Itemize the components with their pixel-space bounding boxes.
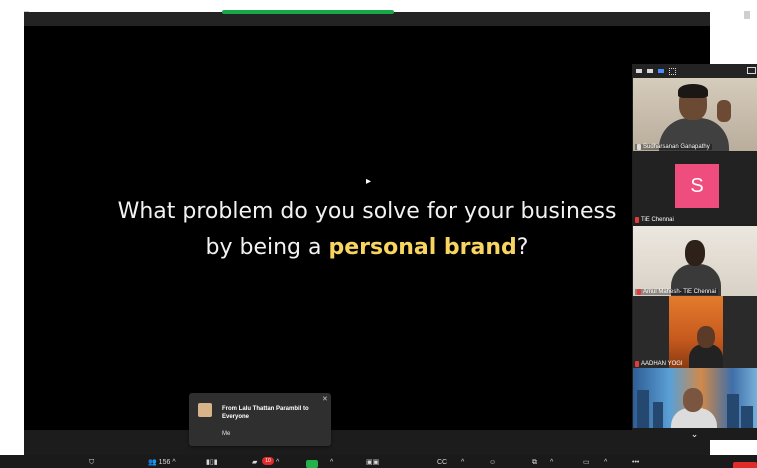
share-top-bar — [24, 12, 710, 26]
participant-head — [685, 240, 705, 266]
grid-view-icon[interactable] — [669, 67, 676, 75]
security-icon[interactable]: ⛉ — [89, 458, 94, 468]
slide-line-1: What problem do you solve for your busin… — [117, 199, 617, 224]
participant-name: TiE Chennai — [641, 217, 674, 223]
mic-icon — [637, 144, 641, 150]
mic-muted-icon — [635, 361, 639, 367]
participant-head — [683, 388, 703, 412]
participant-hand — [717, 100, 731, 122]
mic-muted-icon — [635, 217, 639, 223]
strip-view-icon[interactable] — [658, 69, 664, 73]
participant-name-label: Amul Mahesh- TiE Chennai — [635, 289, 719, 295]
chevron-up-icon[interactable]: ^ — [330, 458, 333, 468]
avatar — [198, 403, 212, 417]
participant-name-label: AADHAN YOGI — [635, 361, 683, 367]
mouse-cursor-icon: ▸ — [366, 176, 372, 187]
minimize-icon[interactable] — [636, 69, 642, 73]
participants-count: 156 — [158, 459, 171, 466]
gallery-maximize-icon[interactable] — [747, 67, 756, 74]
reactions-icon[interactable]: ☺ — [489, 458, 496, 468]
participant-name: Sudharsanan Ganapathy — [643, 144, 710, 150]
chevron-up-icon[interactable]: ^ — [461, 458, 464, 468]
close-icon[interactable]: ✕ — [322, 396, 328, 403]
gallery-toolbar — [632, 64, 757, 78]
record-icon[interactable]: ▣▣ — [366, 458, 379, 468]
chat-sender: From Lalu Thattan Parambil to Everyone — [222, 406, 309, 420]
participant-tile[interactable] — [633, 368, 757, 428]
participant-tile[interactable]: AADHAN YOGI — [633, 296, 757, 368]
participants-button[interactable]: 👥 156 ^ — [148, 458, 176, 468]
chat-icon[interactable]: ▰ — [252, 458, 257, 468]
chevron-up-icon[interactable]: ^ — [172, 459, 175, 466]
more-button[interactable]: ••• — [632, 458, 639, 468]
participant-tile[interactable]: S TiE Chennai — [633, 152, 757, 224]
avatar: S — [675, 164, 719, 208]
polls-icon[interactable]: ▮▯▮ — [206, 458, 218, 468]
chevron-up-icon[interactable]: ^ — [276, 458, 279, 468]
participant-hair — [678, 84, 708, 98]
mic-muted-icon — [637, 289, 641, 295]
slide-line-2: by being a personal brand? — [24, 230, 710, 266]
participant-name: Amul Mahesh- TiE Chennai — [643, 289, 717, 295]
chevron-up-icon[interactable]: ^ — [550, 458, 553, 468]
chat-notification[interactable]: From Lalu Thattan Parambil to Everyone M… — [189, 393, 331, 446]
participant-tile[interactable]: Amul Mahesh- TiE Chennai — [633, 226, 757, 296]
chat-message: Me — [222, 431, 231, 437]
participant-tile[interactable]: Sudharsanan Ganapathy — [633, 78, 757, 151]
slide-line-2-prefix: by being a — [205, 235, 329, 260]
sharing-indicator-tab[interactable] — [222, 10, 394, 14]
window-corner-icon — [744, 11, 750, 19]
share-bottom-area — [24, 430, 710, 458]
slide-highlight: personal brand — [328, 235, 517, 260]
slide-line-2-suffix: ? — [516, 235, 529, 260]
participant-head — [697, 326, 715, 348]
chat-badge: 10 — [262, 457, 274, 465]
participant-name-label: TiE Chennai — [635, 217, 674, 223]
chevron-up-icon[interactable]: ^ — [604, 458, 607, 468]
closed-caption-button[interactable]: CC — [437, 458, 447, 468]
chevron-down-icon[interactable]: ⌄ — [632, 428, 757, 440]
end-meeting-button[interactable] — [733, 462, 757, 468]
whiteboard-icon[interactable]: ▭ — [583, 458, 590, 468]
background-building — [727, 394, 739, 428]
background-building — [741, 406, 753, 428]
slide-text: What problem do you solve for your busin… — [24, 194, 710, 266]
apps-icon[interactable]: ⧉ — [532, 458, 537, 468]
background-building — [637, 390, 649, 428]
background-building — [653, 402, 663, 428]
share-screen-button[interactable] — [306, 460, 318, 468]
hide-video-icon[interactable] — [647, 69, 653, 73]
participant-name-label: Sudharsanan Ganapathy — [635, 144, 712, 150]
participant-name: AADHAN YOGI — [641, 361, 683, 367]
